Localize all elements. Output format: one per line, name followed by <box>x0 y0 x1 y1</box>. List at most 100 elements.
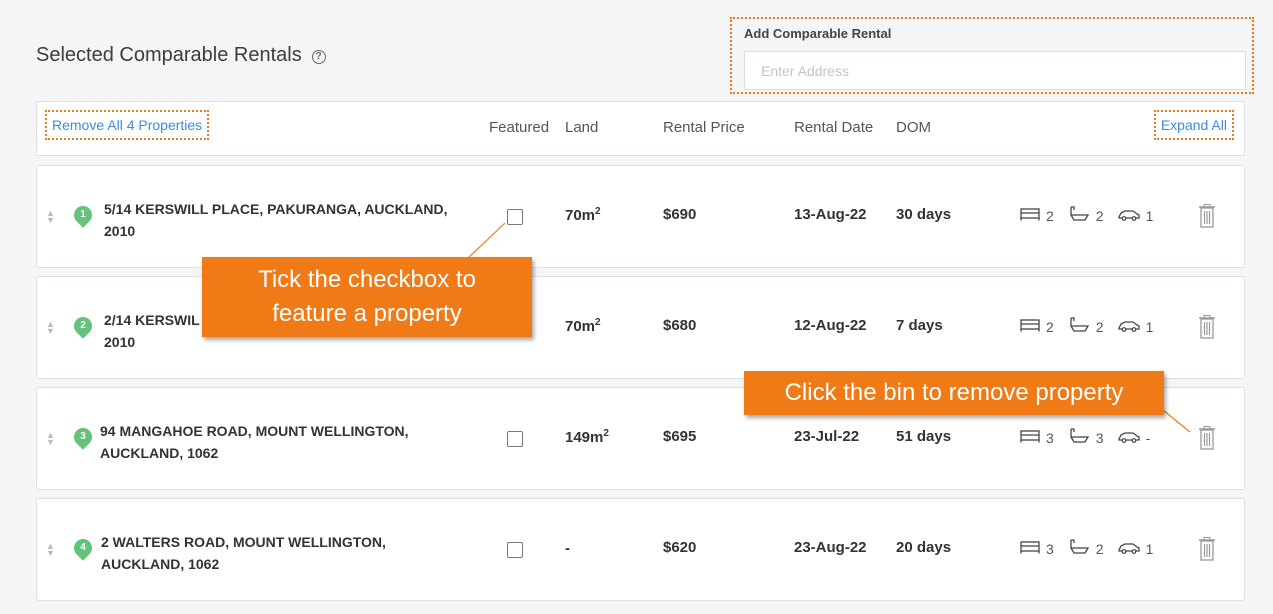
featured-checkbox[interactable] <box>507 542 523 558</box>
bed-icon <box>1020 429 1040 446</box>
car-count: 1 <box>1145 207 1154 224</box>
dom-value: 51 days <box>896 428 952 445</box>
col-header-price: Rental Price <box>663 119 745 136</box>
property-row[interactable]: ▲ ▼ 4 2 WALTERS ROAD, MOUNT WELLINGTON, AUCK… <box>36 498 1245 601</box>
bath-icon <box>1068 317 1090 336</box>
land-value: - <box>565 539 570 557</box>
pin-number: 2 <box>80 320 86 331</box>
address-line-1: 2 WALTERS ROAD, MOUNT WELLINGTON, <box>101 534 386 550</box>
bed-count: 3 <box>1046 540 1054 557</box>
car-icon <box>1117 208 1140 224</box>
bath-count: 2 <box>1095 540 1104 557</box>
pin-number: 3 <box>80 431 86 442</box>
land-value: 149m2 <box>565 428 609 446</box>
bed-icon <box>1020 540 1040 557</box>
bed-count: 2 <box>1046 318 1054 335</box>
property-features: 3 2 1 <box>1020 539 1167 558</box>
dom-value: 20 days <box>896 539 952 556</box>
land-unit-sup: 2 <box>603 428 609 439</box>
land-amount: 70m <box>565 318 596 335</box>
car-count: - <box>1145 429 1151 446</box>
car-count: 1 <box>1145 318 1154 335</box>
bed-icon <box>1020 207 1040 224</box>
land-amount: - <box>565 540 570 557</box>
land-amount: 70m <box>565 207 596 224</box>
land-value: 70m2 <box>565 206 601 224</box>
bath-icon <box>1068 428 1090 447</box>
add-comparable-rental-panel: Add Comparable Rental <box>730 17 1254 94</box>
address-line-2: 2010 <box>104 223 136 239</box>
property-address[interactable]: 2 WALTERS ROAD, MOUNT WELLINGTON, AUCKLAN… <box>101 531 481 575</box>
bath-count: 2 <box>1095 318 1104 335</box>
checkbox-callout-line1: Tick the checkbox to <box>258 266 476 293</box>
rental-price: $620 <box>663 539 697 556</box>
map-pin-icon: 1 <box>70 202 96 228</box>
rental-price: $690 <box>663 206 697 223</box>
car-count: 1 <box>1145 540 1154 557</box>
dom-value: 7 days <box>896 317 943 334</box>
property-features: 2 2 1 <box>1020 317 1167 336</box>
land-unit-sup: 2 <box>595 206 601 217</box>
address-line-1: 94 MANGAHOE ROAD, MOUNT WELLINGTON, <box>100 423 409 439</box>
land-unit-sup: 2 <box>595 317 601 328</box>
trash-bin-icon[interactable] <box>1199 537 1215 566</box>
bin-callout-text: Click the bin to remove property <box>784 379 1124 406</box>
map-pin-icon: 3 <box>70 424 96 450</box>
featured-checkbox[interactable] <box>507 209 523 225</box>
rental-price: $695 <box>663 428 697 445</box>
drag-handle-icon[interactable]: ▲ ▼ <box>46 431 55 447</box>
property-features: 3 3 - <box>1020 428 1164 447</box>
bath-count: 2 <box>1095 207 1104 224</box>
remove-all-button[interactable]: Remove All 4 Properties <box>45 110 210 140</box>
help-icon[interactable]: ? <box>311 50 326 64</box>
drag-handle-icon[interactable]: ▲ ▼ <box>46 320 55 336</box>
address-line-1: 5/14 KERSWILL PLACE, PAKURANGA, AUCKLAND… <box>104 201 448 217</box>
property-address[interactable]: 94 MANGAHOE ROAD, MOUNT WELLINGTON, AUCKL… <box>100 420 480 464</box>
bed-count: 3 <box>1046 429 1054 446</box>
table-header: Remove All 4 Properties Featured Land Re… <box>36 101 1245 156</box>
bath-icon <box>1068 206 1090 225</box>
car-icon <box>1117 541 1140 557</box>
rental-date: 13-Aug-22 <box>794 206 867 223</box>
map-pin-icon: 4 <box>70 535 96 561</box>
address-line-2: AUCKLAND, 1062 <box>101 556 220 572</box>
trash-bin-icon[interactable] <box>1199 315 1215 344</box>
bath-count: 3 <box>1095 429 1104 446</box>
col-header-date: Rental Date <box>794 119 874 136</box>
rental-date: 23-Aug-22 <box>794 539 867 556</box>
property-features: 2 2 1 <box>1020 206 1167 225</box>
page-title-text: Selected Comparable Rentals <box>36 44 302 66</box>
col-header-dom: DOM <box>896 119 931 136</box>
property-row[interactable]: ▲ ▼ 1 5/14 KERSWILL PLACE, PAKURANGA, AUCKL… <box>36 165 1245 268</box>
trash-bin-icon[interactable] <box>1199 426 1215 455</box>
rental-price: $680 <box>663 317 697 334</box>
expand-all-button[interactable]: Expand All <box>1153 110 1234 140</box>
dom-value: 30 days <box>896 206 952 223</box>
add-rental-label: Add Comparable Rental <box>744 26 892 41</box>
featured-checkbox[interactable] <box>507 431 523 447</box>
map-pin-icon: 2 <box>70 313 96 339</box>
rental-date: 12-Aug-22 <box>794 317 867 334</box>
drag-handle-icon[interactable]: ▲ ▼ <box>46 542 55 558</box>
bath-icon <box>1068 539 1090 558</box>
land-amount: 149m <box>565 429 604 446</box>
address-search-input[interactable] <box>744 51 1246 90</box>
drag-handle-icon[interactable]: ▲ ▼ <box>46 209 55 225</box>
trash-bin-icon[interactable] <box>1199 204 1215 233</box>
pin-number: 4 <box>80 542 86 553</box>
page-title: Selected Comparable Rentals? <box>36 44 326 67</box>
col-header-land: Land <box>565 119 599 136</box>
col-header-featured: Featured <box>489 119 550 136</box>
checkbox-callout: Tick the checkbox to feature a property <box>202 257 532 337</box>
pin-number: 1 <box>80 209 86 220</box>
car-icon <box>1117 430 1140 446</box>
land-value: 70m2 <box>565 317 601 335</box>
bed-icon <box>1020 318 1040 335</box>
bin-callout: Click the bin to remove property <box>744 371 1164 415</box>
bed-count: 2 <box>1046 207 1054 224</box>
car-icon <box>1117 319 1140 335</box>
property-address[interactable]: 5/14 KERSWILL PLACE, PAKURANGA, AUCKLAND… <box>104 198 484 242</box>
address-line-2: AUCKLAND, 1062 <box>100 445 219 461</box>
rental-date: 23-Jul-22 <box>794 428 860 445</box>
checkbox-callout-line2: feature a property <box>272 300 462 327</box>
